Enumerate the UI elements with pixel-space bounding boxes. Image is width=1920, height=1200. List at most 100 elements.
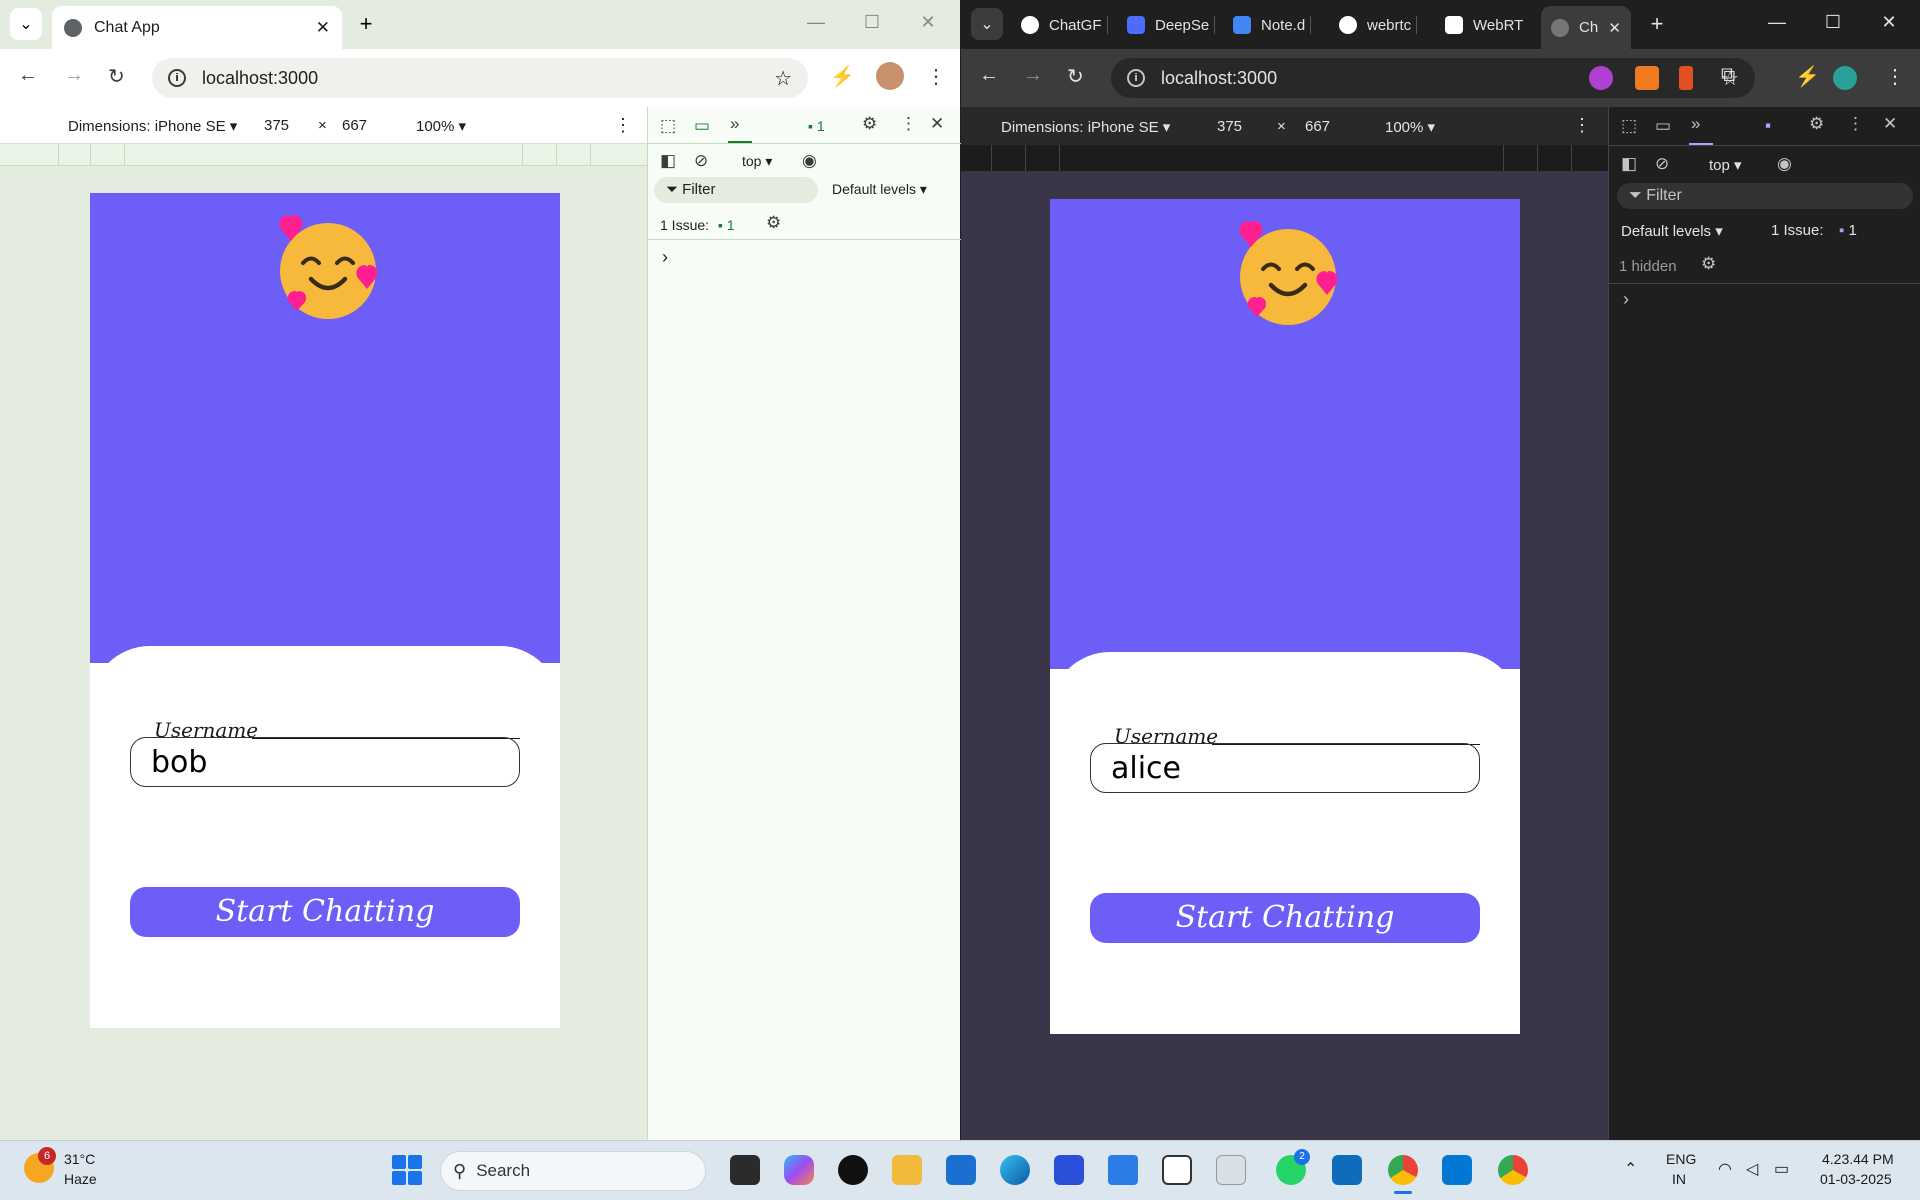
inspect-element-icon[interactable]: ⬚ [1621, 116, 1637, 136]
vscode-icon[interactable] [1442, 1155, 1472, 1185]
settings-gear-icon[interactable]: ⚙ [1809, 114, 1824, 134]
chrome-profile-icon[interactable] [1498, 1155, 1528, 1185]
wifi-icon[interactable]: ◠ [1718, 1159, 1732, 1179]
reload-icon[interactable]: ↻ [1067, 64, 1084, 89]
site-info-icon[interactable]: i [168, 69, 186, 87]
extension-red-icon[interactable] [1679, 66, 1693, 90]
sidebar-toggle-icon[interactable]: ◧ [1621, 154, 1637, 174]
task-view-icon[interactable] [730, 1155, 760, 1185]
windows-start-icon[interactable] [392, 1155, 422, 1185]
profile-avatar[interactable] [876, 62, 904, 90]
clock-date[interactable]: 01-03-2025 [1820, 1171, 1892, 1187]
console-filter-input[interactable]: ⏷ Filter [1617, 183, 1913, 209]
tab-chat-app[interactable]: Chat App ✕ [52, 6, 342, 49]
omnibox[interactable]: i localhost:3000 ☆ [152, 58, 808, 98]
close-devtools-icon[interactable]: ✕ [930, 114, 944, 134]
width-input[interactable]: 375 [264, 117, 289, 134]
device-select[interactable]: Dimensions: iPhone SE ▾ [68, 117, 237, 135]
menu-kebab-icon[interactable]: ⋮ [1885, 64, 1905, 89]
outlook-icon[interactable] [1332, 1155, 1362, 1185]
height-input[interactable]: 667 [1305, 118, 1330, 135]
settings-gear-icon[interactable]: ⚙ [862, 114, 877, 134]
inkscape-icon[interactable] [1162, 1155, 1192, 1185]
close-devtools-icon[interactable]: ✕ [1883, 114, 1897, 134]
battery-icon[interactable]: ▭ [1774, 1159, 1789, 1179]
reload-icon[interactable]: ↻ [108, 64, 125, 89]
language[interactable]: ENG [1666, 1151, 1696, 1167]
tab-chat-app-active[interactable]: Ch ✕ [1541, 6, 1631, 49]
tab-chatgpt[interactable]: ChatGF [1021, 10, 1108, 40]
app-icon[interactable] [1216, 1155, 1246, 1185]
username-input[interactable]: bob [130, 737, 520, 787]
tab-webrtc-medium[interactable]: WebRT [1445, 10, 1523, 40]
console-settings-icon[interactable]: ⚙ [766, 213, 781, 233]
performance-icon[interactable]: ⚡ [1795, 64, 1820, 89]
device-more-icon[interactable]: ⋮ [614, 115, 632, 136]
tab-search-button[interactable]: ⌄ [971, 8, 1003, 40]
clear-console-icon[interactable]: ⊘ [1655, 154, 1669, 174]
maximize-icon[interactable]: ☐ [1805, 12, 1861, 33]
todo-icon[interactable] [1108, 1155, 1138, 1185]
forward-icon[interactable]: → [1023, 64, 1043, 87]
close-tab-icon[interactable]: ✕ [316, 18, 330, 38]
volume-icon[interactable]: ◁ [1746, 1159, 1758, 1179]
console-prompt[interactable]: › [662, 247, 668, 268]
extension-orange-icon[interactable] [1635, 66, 1659, 90]
extension-icon[interactable]: ⚡ [830, 64, 855, 89]
device-toggle-icon[interactable]: ▭ [694, 116, 710, 136]
file-explorer-icon[interactable] [892, 1155, 922, 1185]
show-hidden-icons[interactable]: ⌃ [1624, 1159, 1637, 1179]
start-chatting-button[interactable]: Start Chatting [1090, 893, 1480, 943]
zoom-select[interactable]: 100% ▾ [1385, 118, 1435, 136]
log-levels-select[interactable]: Default levels ▾ [1621, 222, 1723, 240]
menu-kebab-icon[interactable]: ⋮ [926, 64, 946, 89]
bookmark-star-icon[interactable]: ☆ [774, 66, 792, 91]
new-tab-button[interactable]: + [1641, 8, 1673, 40]
site-info-icon[interactable]: i [1127, 69, 1145, 87]
app-icon[interactable] [838, 1155, 868, 1185]
username-input[interactable]: alice [1090, 743, 1480, 793]
device-toggle-icon[interactable]: ▭ [1655, 116, 1671, 136]
devtools-menu-icon[interactable]: ⋮ [900, 114, 917, 134]
devtools-menu-icon[interactable]: ⋮ [1847, 114, 1864, 134]
log-levels-select[interactable]: Default levels ▾ [832, 181, 927, 198]
width-input[interactable]: 375 [1217, 118, 1242, 135]
maximize-icon[interactable]: ☐ [844, 12, 900, 33]
issues-link[interactable]: ▪ 1 [1839, 222, 1857, 239]
tab-search-button[interactable]: ⌄ [10, 8, 42, 40]
minimize-icon[interactable]: — [1749, 12, 1805, 33]
new-tab-button[interactable]: + [350, 8, 382, 40]
edge-icon[interactable] [1000, 1155, 1030, 1185]
more-panels-icon[interactable]: » [1691, 114, 1700, 134]
close-window-icon[interactable]: ✕ [900, 12, 956, 33]
minimize-icon[interactable]: — [788, 12, 844, 33]
app-icon[interactable] [1054, 1155, 1084, 1185]
console-prompt[interactable]: › [1623, 289, 1629, 310]
live-expression-eye-icon[interactable]: ◉ [802, 151, 817, 171]
chrome-icon[interactable] [1388, 1155, 1418, 1185]
profile-avatar[interactable] [1833, 66, 1857, 90]
inspect-element-icon[interactable]: ⬚ [660, 116, 676, 136]
live-expression-eye-icon[interactable]: ◉ [1777, 154, 1792, 174]
forward-icon[interactable]: → [64, 64, 84, 87]
context-select[interactable]: top ▾ [742, 153, 772, 170]
microsoft-store-icon[interactable] [946, 1155, 976, 1185]
back-icon[interactable]: ← [979, 64, 999, 87]
console-filter-input[interactable]: ⏷ Filter [654, 177, 818, 203]
zoom-select[interactable]: 100% ▾ [416, 117, 466, 135]
issues-link[interactable]: ▪ 1 [718, 217, 735, 233]
copilot-icon[interactable] [784, 1155, 814, 1185]
start-chatting-button[interactable]: Start Chatting [130, 887, 520, 937]
messages-icon[interactable]: ▪ [1765, 116, 1771, 136]
extension-purple-icon[interactable] [1589, 66, 1613, 90]
device-select[interactable]: Dimensions: iPhone SE ▾ [1001, 118, 1170, 136]
tab-webrtc-search[interactable]: webrtc [1339, 10, 1418, 40]
back-icon[interactable]: ← [18, 64, 38, 87]
tab-deepseek[interactable]: DeepSe [1127, 10, 1216, 40]
tab-note[interactable]: Note.d [1233, 10, 1312, 40]
close-window-icon[interactable]: ✕ [1861, 12, 1917, 33]
taskbar-search[interactable]: ⚲ Search [440, 1151, 706, 1191]
device-more-icon[interactable]: ⋮ [1573, 115, 1591, 136]
console-settings-icon[interactable]: ⚙ [1701, 254, 1716, 274]
context-select[interactable]: top ▾ [1709, 156, 1742, 174]
